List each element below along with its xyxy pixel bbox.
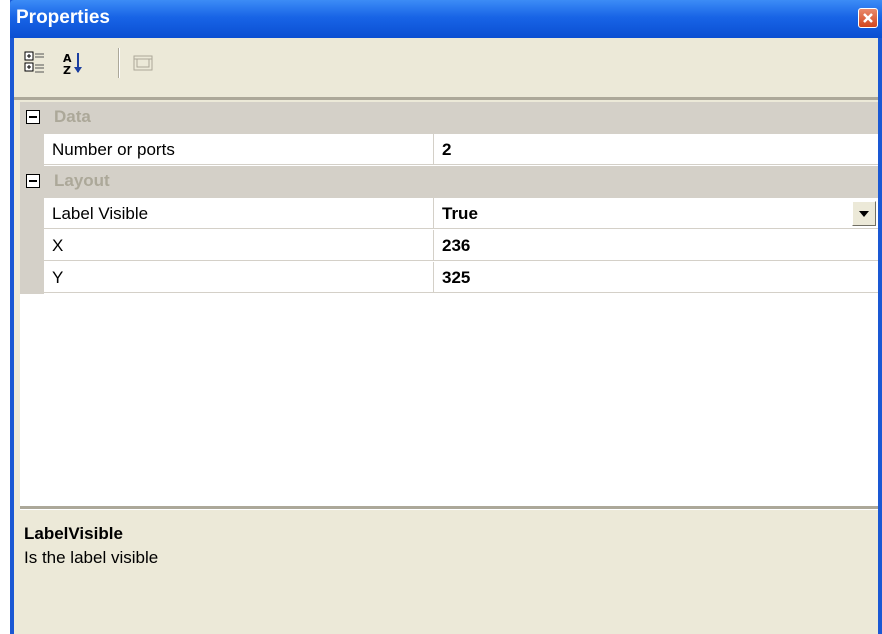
category-layout[interactable]: Layout <box>20 166 878 198</box>
property-name: Number or ports <box>44 134 434 165</box>
collapse-icon[interactable] <box>26 110 40 124</box>
property-row-number-of-ports[interactable]: Number or ports 2 <box>20 134 878 166</box>
dropdown-button[interactable] <box>852 201 876 226</box>
sort-alphabetical-button[interactable]: A Z <box>58 48 88 78</box>
property-row-label-visible[interactable]: Label Visible True <box>20 198 878 230</box>
property-value-select[interactable]: True <box>434 198 878 229</box>
close-icon <box>863 13 873 23</box>
category-label: Layout <box>54 171 110 190</box>
categorized-icon <box>24 51 44 73</box>
property-value-field[interactable]: 325 <box>434 262 878 293</box>
property-name: Y <box>44 262 434 293</box>
property-pages-icon <box>133 55 153 71</box>
toolbar: A Z <box>14 38 878 100</box>
window-title: Properties <box>16 7 110 28</box>
selected-value: True <box>442 204 478 223</box>
property-name: X <box>44 230 434 261</box>
description-text: Is the label visible <box>24 548 159 567</box>
description-pane: LabelVisible Is the label visible <box>20 509 878 634</box>
category-data[interactable]: Data <box>20 102 878 134</box>
property-pages-button[interactable] <box>128 48 158 78</box>
property-value-field[interactable]: 236 <box>434 230 878 261</box>
property-row-y[interactable]: Y 325 <box>20 262 878 294</box>
description-title: LabelVisible <box>24 524 123 543</box>
property-grid: Data Number or ports 2 Layout Label Visi… <box>20 102 878 506</box>
properties-panel: A Z Data Number or ports 2 Layout Label … <box>14 38 878 634</box>
title-bar[interactable]: Properties <box>10 0 882 38</box>
categorized-button[interactable] <box>20 48 50 78</box>
property-value-field[interactable]: 2 <box>434 134 878 165</box>
properties-window: Properties A Z Data Number or ports 2 La… <box>10 0 882 634</box>
sort-alphabetical-icon: A Z <box>63 52 82 77</box>
close-button[interactable] <box>858 8 878 28</box>
property-row-x[interactable]: X 236 <box>20 230 878 262</box>
category-label: Data <box>54 107 91 126</box>
svg-text:Z: Z <box>63 64 71 77</box>
toolbar-separator <box>118 48 120 78</box>
property-name: Label Visible <box>44 198 434 229</box>
collapse-icon[interactable] <box>26 174 40 188</box>
